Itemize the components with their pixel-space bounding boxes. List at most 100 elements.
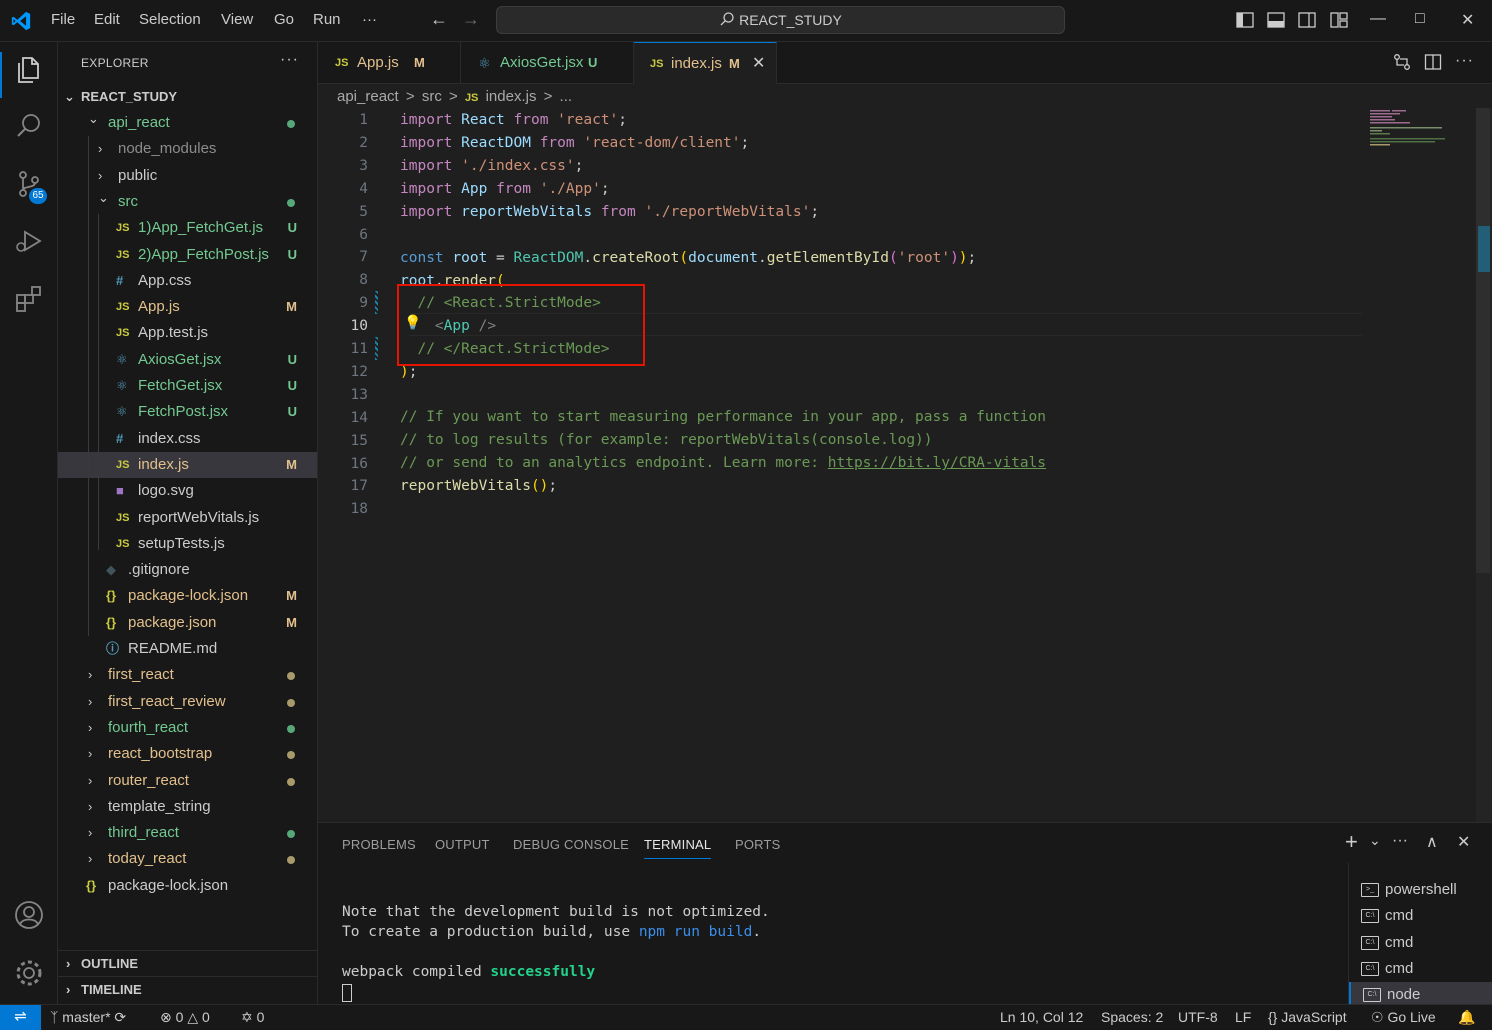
tree-folder-node-modules[interactable]: › node_modules: [58, 136, 317, 162]
go-live-button[interactable]: ☉ Go Live: [1371, 1005, 1436, 1029]
tree-folder-api-react[interactable]: ⌄ api_react: [58, 110, 317, 136]
nav-forward-icon[interactable]: →: [462, 9, 480, 30]
tree-file-package-json[interactable]: {} package.json M: [58, 610, 317, 636]
terminal-item-cmd[interactable]: C:\ cmd: [1349, 956, 1492, 982]
tab-axiosget-jsx[interactable]: ⚛ AxiosGet.jsx U: [461, 42, 634, 84]
menu-file[interactable]: File: [51, 11, 75, 28]
tree-file-1-app-fetchget-js[interactable]: JS 1)App_FetchGet.js U: [58, 215, 317, 241]
tab-problems[interactable]: PROBLEMS: [342, 837, 416, 852]
toggle-panel-icon[interactable]: [1267, 12, 1285, 28]
run-debug-icon[interactable]: [13, 225, 45, 257]
breadcrumb-index-js[interactable]: index.js: [486, 88, 537, 105]
breadcrumb-api-react[interactable]: api_react: [337, 88, 399, 105]
remote-indicator-button[interactable]: ⇌: [0, 1005, 41, 1030]
files-icon[interactable]: [13, 54, 45, 86]
tree-folder-template-string[interactable]: › template_string: [58, 794, 317, 820]
tree-folder-router-react[interactable]: › router_react: [58, 768, 317, 794]
maximize-button[interactable]: □: [1415, 10, 1425, 28]
tree-folder-react-bootstrap[interactable]: › react_bootstrap: [58, 741, 317, 767]
tree-file-app-css[interactable]: # App.css: [58, 268, 317, 294]
language-status[interactable]: {} JavaScript: [1268, 1005, 1347, 1029]
minimize-button[interactable]: —: [1370, 10, 1386, 28]
menu-selection[interactable]: Selection: [139, 11, 201, 28]
menu-edit[interactable]: Edit: [94, 11, 120, 28]
tree-file-2-app-fetchpost-js[interactable]: JS 2)App_FetchPost.js U: [58, 242, 317, 268]
git-status-dot: [287, 830, 295, 839]
encoding-status[interactable]: UTF-8: [1178, 1005, 1218, 1029]
cursor-position[interactable]: Ln 10, Col 12: [1000, 1005, 1083, 1029]
tab-index-js[interactable]: JS index.js M ✕: [634, 42, 777, 84]
terminal-dropdown-icon[interactable]: ⌄: [1369, 832, 1381, 849]
terminal-item-cmd[interactable]: C:\ cmd: [1349, 930, 1492, 956]
tree-folder-fourth-react[interactable]: › fourth_react: [58, 715, 317, 741]
tree-file-readme-md[interactable]: ⓘ README.md: [58, 636, 317, 662]
tree-folder-src[interactable]: ⌄ src: [58, 189, 317, 215]
panel-more-icon[interactable]: ···: [1392, 832, 1408, 850]
account-icon[interactable]: [13, 899, 45, 931]
scrollbar-thumb[interactable]: [1476, 108, 1490, 573]
tree-file-package-lock-json[interactable]: {} package-lock.json: [58, 873, 317, 899]
menu-run[interactable]: Run: [313, 11, 341, 28]
timeline-section-header[interactable]: › TIMELINE: [58, 976, 317, 1002]
tree-file-index-js[interactable]: JS index.js M: [58, 451, 317, 478]
open-changes-icon[interactable]: [1393, 53, 1411, 71]
minimap[interactable]: [1366, 108, 1476, 148]
tree-folder-first-react-review[interactable]: › first_react_review: [58, 689, 317, 715]
editor-scrollbar[interactable]: [1476, 108, 1492, 822]
menu-view[interactable]: View: [221, 11, 253, 28]
tab-terminal[interactable]: TERMINAL: [644, 837, 712, 859]
toggle-primary-sidebar-icon[interactable]: [1236, 12, 1254, 28]
tree-file-app-js[interactable]: JS App.js M: [58, 294, 317, 320]
terminal-item-powershell[interactable]: >_ powershell: [1349, 877, 1492, 903]
tab-output[interactable]: OUTPUT: [435, 837, 490, 852]
close-tab-icon[interactable]: ✕: [752, 43, 765, 85]
tree-folder-third-react[interactable]: › third_react: [58, 820, 317, 846]
manage-gear-icon[interactable]: [13, 957, 45, 989]
customize-layout-icon[interactable]: [1330, 12, 1348, 28]
indentation-status[interactable]: Spaces: 2: [1101, 1005, 1163, 1029]
split-editor-icon[interactable]: [1424, 53, 1442, 71]
outline-section-header[interactable]: › OUTLINE: [58, 950, 317, 976]
nav-back-icon[interactable]: ←: [430, 9, 448, 30]
problems-status[interactable]: ⊗ 0 △ 0: [160, 1005, 210, 1029]
notifications-bell-icon[interactable]: 🔔: [1458, 1005, 1475, 1029]
tab-debug-console[interactable]: DEBUG CONSOLE: [513, 837, 629, 852]
tab-status: M: [729, 56, 740, 71]
close-window-button[interactable]: ✕: [1461, 10, 1474, 30]
maximize-panel-icon[interactable]: ∧: [1426, 832, 1438, 852]
tree-file-reportwebvitals-js[interactable]: JS reportWebVitals.js: [58, 505, 317, 531]
breadcrumb-src[interactable]: src: [422, 88, 442, 105]
ports-status[interactable]: ✡ 0: [241, 1005, 264, 1029]
command-center-search[interactable]: REACT_STUDY: [496, 6, 1065, 34]
close-panel-icon[interactable]: ✕: [1457, 832, 1470, 852]
tree-file-axiosget-jsx[interactable]: ⚛ AxiosGet.jsx U: [58, 347, 317, 373]
menu-more[interactable]: ···: [362, 11, 377, 28]
explorer-more-button[interactable]: ···: [280, 51, 299, 69]
tab-app-js[interactable]: JS App.js M: [318, 42, 461, 84]
tree-file-fetchget-jsx[interactable]: ⚛ FetchGet.jsx U: [58, 373, 317, 399]
tree-folder-public[interactable]: › public: [58, 163, 317, 189]
search-icon[interactable]: [13, 110, 45, 142]
tree-file-app-test-js[interactable]: JS App.test.js: [58, 320, 317, 346]
tree-file-fetchpost-jsx[interactable]: ⚛ FetchPost.jsx U: [58, 399, 317, 425]
toggle-secondary-sidebar-icon[interactable]: [1298, 12, 1316, 28]
breadcrumb-symbols[interactable]: ...: [560, 88, 573, 105]
tree-folder-today-react[interactable]: › today_react: [58, 846, 317, 872]
eol-status[interactable]: LF: [1235, 1005, 1251, 1029]
menu-go[interactable]: Go: [274, 11, 294, 28]
terminal-item-cmd[interactable]: C:\ cmd: [1349, 903, 1492, 929]
branch-status[interactable]: ᛉ master* ⟳: [50, 1005, 126, 1029]
editor-more-actions-button[interactable]: ···: [1455, 52, 1474, 70]
extensions-icon[interactable]: [13, 283, 45, 315]
vscode-logo-icon[interactable]: [10, 10, 32, 32]
tab-ports[interactable]: PORTS: [735, 837, 781, 852]
code-editor[interactable]: 1 2 3 4 5 6 7 8 9 10 11 12 13 14 15 16 17 18 import React…: [318, 108, 1492, 822]
tree-folder-first-react[interactable]: › first_react: [58, 662, 317, 688]
new-terminal-icon[interactable]: +: [1345, 829, 1358, 855]
tree-file-gitignore[interactable]: ◆ .gitignore: [58, 557, 317, 583]
tree-file-logo-svg[interactable]: ■ logo.svg: [58, 478, 317, 504]
tree-file-index-css[interactable]: # index.css: [58, 426, 317, 452]
cra-vitals-link[interactable]: https://bit.ly/CRA-vitals: [828, 455, 1046, 471]
tree-file-package-lock-json[interactable]: {} package-lock.json M: [58, 583, 317, 609]
tree-file-setuptests-js[interactable]: JS setupTests.js: [58, 531, 317, 557]
